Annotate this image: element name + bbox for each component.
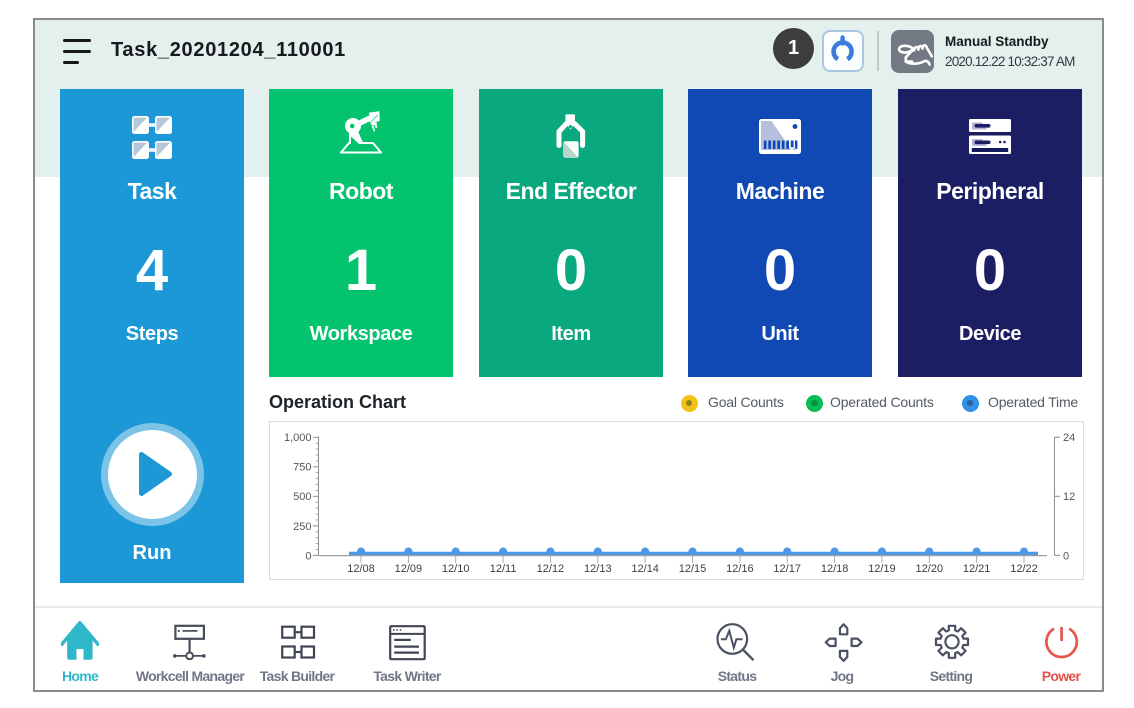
svg-text:12/12: 12/12 bbox=[537, 563, 565, 575]
svg-text:12/10: 12/10 bbox=[442, 563, 470, 575]
svg-text:12: 12 bbox=[1063, 491, 1075, 503]
svg-text:12/11: 12/11 bbox=[490, 563, 517, 575]
svg-text:500: 500 bbox=[293, 491, 311, 503]
svg-text:0: 0 bbox=[1063, 550, 1069, 562]
svg-text:0: 0 bbox=[305, 550, 311, 562]
svg-text:24: 24 bbox=[1063, 432, 1075, 444]
svg-text:12/08: 12/08 bbox=[347, 563, 375, 575]
svg-text:750: 750 bbox=[293, 462, 311, 474]
svg-text:12/20: 12/20 bbox=[916, 563, 944, 575]
svg-text:12/19: 12/19 bbox=[868, 563, 896, 575]
svg-text:12/17: 12/17 bbox=[773, 563, 801, 575]
svg-text:12/16: 12/16 bbox=[726, 563, 754, 575]
svg-text:12/22: 12/22 bbox=[1010, 563, 1038, 575]
svg-text:12/18: 12/18 bbox=[821, 563, 849, 575]
svg-text:12/09: 12/09 bbox=[395, 563, 423, 575]
svg-text:12/21: 12/21 bbox=[963, 563, 991, 575]
svg-text:1,000: 1,000 bbox=[284, 432, 312, 444]
svg-text:12/14: 12/14 bbox=[631, 563, 659, 575]
svg-text:12/13: 12/13 bbox=[584, 563, 612, 575]
svg-text:12/15: 12/15 bbox=[679, 563, 707, 575]
svg-text:250: 250 bbox=[293, 521, 311, 533]
